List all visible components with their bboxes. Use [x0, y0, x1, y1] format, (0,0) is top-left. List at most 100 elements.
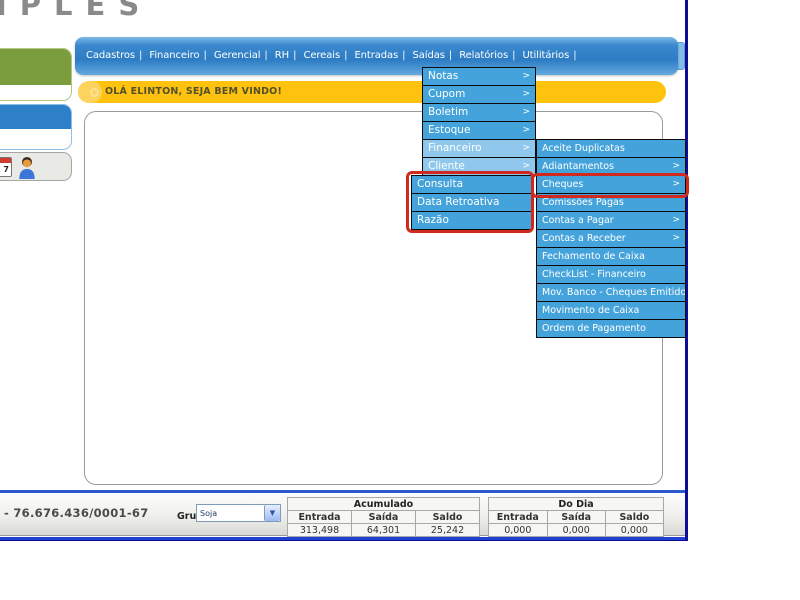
- submenu-item-label: Contas a Pagar: [542, 212, 614, 229]
- sidebar-card-blue-header: [0, 105, 71, 129]
- company-document-number: - 76.676.436/0001-67: [4, 506, 149, 520]
- dropdown-item-notas[interactable]: Notas>: [422, 67, 536, 86]
- dropdown-item-financeiro[interactable]: Financeiro >: [422, 139, 536, 158]
- dropdown-item-label: Razão: [417, 212, 449, 229]
- submenu-arrow-icon: >: [672, 212, 680, 229]
- submenu-item-ordem-de-pagamento[interactable]: Ordem de Pagamento: [536, 319, 686, 338]
- dropdown-item-cupom[interactable]: Cupom >: [422, 85, 536, 104]
- submenu-arrow-icon: >: [522, 122, 530, 139]
- submenu-item-label: Movimento de Caixa: [542, 302, 639, 319]
- dodia-header-entrada: Entrada: [489, 511, 548, 524]
- dropdown-item-label: Consulta: [417, 176, 463, 193]
- menu-saidas[interactable]: Saídas: [413, 50, 445, 61]
- menu-relatorios[interactable]: Relatórios: [459, 50, 508, 61]
- dropdown-item-label: Financeiro: [428, 140, 482, 157]
- dropdown-item-boletim[interactable]: Boletim >: [422, 103, 536, 122]
- menu-cereais[interactable]: Cereais: [303, 50, 340, 61]
- calendar-icon[interactable]: 7: [0, 157, 12, 177]
- bullet-ring-icon: [90, 88, 99, 97]
- submenu-item-comissoes-pagas[interactable]: Comissões Pagas: [536, 193, 686, 212]
- submenu-item-contas-a-receber[interactable]: Contas a Receber >: [536, 229, 686, 248]
- menu-entradas[interactable]: Entradas: [354, 50, 398, 61]
- dropdown-item-label: Estoque: [428, 122, 470, 139]
- dropdown-item-label: Data Retroativa: [417, 194, 499, 211]
- acumulado-value-saida: 64,301: [352, 524, 416, 537]
- menu-separator: |: [139, 50, 142, 61]
- submenu-item-label: Fechamento de Caixa: [542, 248, 645, 265]
- menubar-items: Cadastros| Financeiro| Gerencial| RH| Ce…: [75, 37, 678, 75]
- submenu-arrow-icon: >: [522, 68, 530, 85]
- submenu-item-label: Ordem de Pagamento: [542, 320, 646, 337]
- menu-gerencial[interactable]: Gerencial: [214, 50, 261, 61]
- welcome-banner: OLÁ ELINTON, SEJA BEM VINDO!: [78, 81, 666, 103]
- dropdown-item-razao[interactable]: Razão: [411, 211, 532, 230]
- financeiro-submenu: Aceite Duplicatas Adiantamentos > Cheques…: [536, 139, 686, 338]
- submenu-arrow-icon: >: [522, 140, 530, 157]
- dropdown-item-cliente[interactable]: Cliente >: [422, 157, 536, 176]
- acumulado-title: Acumulado: [288, 498, 480, 511]
- dropdown-item-consulta[interactable]: Consulta: [411, 175, 532, 194]
- submenu-item-contas-a-pagar[interactable]: Contas a Pagar >: [536, 211, 686, 230]
- menu-utilitarios[interactable]: Utilitários: [522, 50, 569, 61]
- menu-cadastros[interactable]: Cadastros: [86, 50, 135, 61]
- submenu-arrow-icon: >: [522, 158, 530, 175]
- sidebar-card-green-header: [0, 49, 71, 85]
- menu-rh[interactable]: RH: [275, 50, 289, 61]
- acumulado-table: Acumulado Entrada Saída Saldo 313,498 64…: [287, 497, 480, 537]
- submenu-item-cheques[interactable]: Cheques >: [536, 175, 686, 194]
- dodia-value-saldo: 0,000: [605, 524, 663, 537]
- submenu-arrow-icon: >: [522, 86, 530, 103]
- relatorios-dropdown: Notas> Cupom > Boletim > Estoque > Financei…: [422, 67, 536, 176]
- menu-separator: |: [449, 50, 452, 61]
- submenu-item-aceite-duplicatas[interactable]: Aceite Duplicatas: [536, 139, 686, 158]
- dodia-title: Do Dia: [489, 498, 664, 511]
- sidebar-card-blue: [0, 104, 72, 150]
- submenu-item-label: Contas a Receber: [542, 230, 626, 247]
- menu-separator: |: [573, 50, 576, 61]
- statusbar-bottom-line: [0, 537, 688, 541]
- dodia-value-entrada: 0,000: [489, 524, 548, 537]
- submenu-item-label: Adiantamentos: [542, 158, 614, 175]
- menu-separator: |: [402, 50, 405, 61]
- submenu-item-adiantamentos[interactable]: Adiantamentos >: [536, 157, 686, 176]
- menubar: Cadastros| Financeiro| Gerencial| RH| Ce…: [75, 37, 678, 75]
- acumulado-value-entrada: 313,498: [288, 524, 352, 537]
- acumulado-value-saldo: 25,242: [416, 524, 480, 537]
- submenu-arrow-icon: >: [672, 158, 680, 175]
- chevron-down-icon[interactable]: ▼: [264, 505, 280, 521]
- menu-separator: |: [203, 50, 206, 61]
- submenu-arrow-icon: >: [522, 104, 530, 121]
- sidebar-icon-panel: 7: [0, 152, 72, 181]
- app-logo: IPLES: [0, 0, 152, 20]
- group-select[interactable]: Soja ▼: [196, 504, 281, 522]
- dropdown-item-label: Boletim: [428, 104, 468, 121]
- submenu-item-movimento-de-caixa[interactable]: Movimento de Caixa: [536, 301, 686, 320]
- dropdown-item-label: Cliente: [428, 158, 465, 175]
- acumulado-header-saldo: Saldo: [416, 511, 480, 524]
- menu-separator: |: [344, 50, 347, 61]
- submenu-item-label: Mov. Banco - Cheques Emitidos: [542, 284, 686, 301]
- submenu-arrow-icon: >: [672, 176, 680, 193]
- submenu-arrow-icon: >: [672, 230, 680, 247]
- dodia-header-saldo: Saldo: [605, 511, 663, 524]
- submenu-item-fechamento-de-caixa[interactable]: Fechamento de Caixa: [536, 247, 686, 266]
- welcome-message: OLÁ ELINTON, SEJA BEM VINDO!: [105, 81, 282, 103]
- menu-separator: |: [293, 50, 296, 61]
- dropdown-item-label: Cupom: [428, 86, 465, 103]
- relatorios-dropdown-lower: Consulta Data Retroativa Razão: [411, 175, 532, 230]
- menu-separator: |: [512, 50, 515, 61]
- acumulado-header-saida: Saída: [352, 511, 416, 524]
- submenu-item-label: Comissões Pagas: [542, 194, 624, 211]
- submenu-item-label: CheckList - Financeiro: [542, 266, 646, 283]
- dropdown-item-data-retroativa[interactable]: Data Retroativa: [411, 193, 532, 212]
- user-icon[interactable]: [17, 156, 37, 179]
- submenu-item-checklist-financeiro[interactable]: CheckList - Financeiro: [536, 265, 686, 284]
- menu-financeiro[interactable]: Financeiro: [149, 50, 199, 61]
- calendar-icon-day: 7: [0, 163, 11, 174]
- submenu-item-mov-banco-cheques-emitidos[interactable]: Mov. Banco - Cheques Emitidos: [536, 283, 686, 302]
- dodia-value-saida: 0,000: [547, 524, 605, 537]
- submenu-item-label: Cheques: [542, 176, 583, 193]
- dropdown-item-estoque[interactable]: Estoque >: [422, 121, 536, 140]
- menu-separator: |: [264, 50, 267, 61]
- submenu-item-label: Aceite Duplicatas: [542, 140, 625, 157]
